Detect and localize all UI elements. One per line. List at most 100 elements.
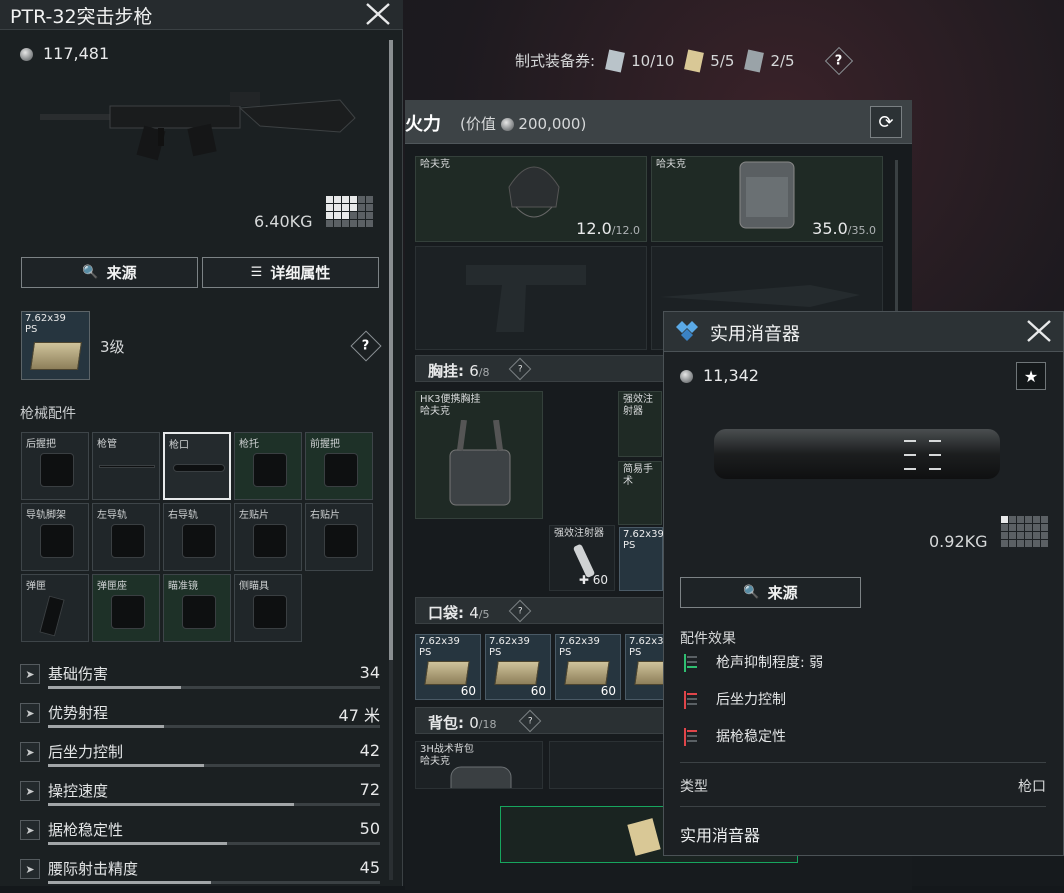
- attachment-slot[interactable]: 弹匣座: [92, 574, 160, 642]
- armor-durability: 35.0/35.0: [812, 219, 876, 238]
- armor-tag: 哈夫克: [656, 159, 686, 170]
- favorite-star-icon[interactable]: ★: [1016, 362, 1046, 390]
- voucher-label: 制式装备券:: [515, 52, 596, 70]
- attachment-icon: [99, 465, 155, 468]
- injector-item[interactable]: 强效注射器: [618, 391, 662, 457]
- attachment-slot[interactable]: 前握把: [305, 432, 373, 500]
- popup-price: 11,342: [680, 366, 759, 385]
- effect-level-icon: [684, 691, 698, 709]
- handling-icon: ➤: [20, 781, 40, 801]
- crosshair-icon: ➤: [20, 820, 40, 840]
- backpack-capacity: 背包: 0/18: [428, 714, 497, 732]
- attachment-icon: [173, 464, 225, 472]
- attachment-slot[interactable]: 枪托: [234, 432, 302, 500]
- effect-text: 据枪稳定性: [716, 729, 786, 745]
- source-button[interactable]: 🔍 来源: [21, 257, 198, 288]
- attachment-slot[interactable]: 右贴片: [305, 503, 373, 571]
- ammo-tag: 7.62x39 PS: [25, 313, 66, 335]
- refresh-icon[interactable]: ⟳: [870, 106, 902, 138]
- stat-row: ➤ 据枪稳定性 50: [20, 816, 380, 854]
- voucher-help-icon[interactable]: ?: [824, 46, 853, 75]
- injector-tag: 强效注射器: [623, 394, 653, 417]
- pistol-placeholder-icon: [466, 265, 586, 332]
- ammo-item[interactable]: 7.62x39 PS: [619, 527, 664, 591]
- stat-value: 50: [359, 819, 380, 838]
- ammo-item[interactable]: 7.62x39 PS 60: [485, 634, 551, 700]
- stat-row: ➤ 优势射程 47 米: [20, 699, 380, 737]
- backpack-item[interactable]: 3H战术背包 哈夫克: [415, 741, 543, 789]
- popup-title: 实用消音器: [710, 324, 800, 345]
- helmet-durability: 12.0/12.0: [576, 219, 640, 238]
- source-button[interactable]: 🔍 来源: [680, 577, 861, 608]
- attachment-slot[interactable]: 瞄准镜: [163, 574, 231, 642]
- help-icon[interactable]: ?: [508, 357, 532, 381]
- attachment-slot[interactable]: 左导轨: [92, 503, 160, 571]
- stat-bar: [48, 725, 380, 728]
- attachment-slot[interactable]: 导轨脚架: [21, 503, 89, 571]
- effect-text: 后坐力控制: [716, 692, 786, 708]
- armor-slot[interactable]: 哈夫克 35.0/35.0: [651, 156, 883, 242]
- voucher-icon-gold: [684, 49, 705, 72]
- stat-bar: [48, 881, 380, 884]
- type-value: 枪口: [1018, 779, 1046, 795]
- slot-label: 瞄准镜: [168, 581, 198, 592]
- search-icon: 🔍: [82, 265, 99, 280]
- stat-value: 72: [359, 780, 380, 799]
- gun-damage-icon: ➤: [20, 664, 40, 684]
- help-icon[interactable]: ?: [518, 709, 542, 733]
- weapon-weight: 6.40KG: [254, 212, 313, 231]
- attachment-slot[interactable]: 弹匣: [21, 574, 89, 642]
- ammo-count: 60: [530, 684, 546, 698]
- stat-value: 42: [359, 741, 380, 760]
- voucher-count: 2/5: [770, 51, 795, 70]
- backpack-empty-slot[interactable]: [549, 741, 669, 789]
- surgery-kit-item[interactable]: 简易手术: [618, 461, 662, 525]
- attachment-slot[interactable]: 枪管: [92, 432, 160, 500]
- voucher-bar: 制式装备券: 10/10 5/5 2/5 ?: [515, 46, 853, 75]
- attachment-icon: [182, 595, 216, 629]
- hipfire-icon: ➤: [20, 859, 40, 879]
- attachment-slot[interactable]: 枪口: [163, 432, 231, 500]
- effect-text: 枪声抑制程度: 弱: [716, 655, 824, 671]
- slot-label: 侧瞄具: [239, 581, 269, 592]
- ammo-tag: 7.62x39 PS: [419, 636, 460, 658]
- injector-item[interactable]: 强效注射器 ✚ 60: [549, 525, 615, 591]
- attachment-icon: [253, 595, 287, 629]
- currency-icon: [500, 118, 514, 131]
- voucher-icon-gold: [627, 818, 661, 856]
- slot-label: 导轨脚架: [26, 510, 66, 521]
- stat-bar-fill: [48, 764, 205, 767]
- helmet-icon: [508, 166, 560, 218]
- stat-row: ➤ 后坐力控制 42: [20, 738, 380, 776]
- ammo-box-icon: [564, 661, 610, 685]
- attachment-popup: 实用消音器 11,342 ★ 0.92KG 🔍 来源 配件效果 枪声抑制程度: 弱…: [663, 311, 1064, 856]
- attachment-icon: [253, 524, 287, 558]
- pistol-slot[interactable]: [415, 246, 647, 350]
- stat-bar-fill: [48, 803, 294, 806]
- divider: [680, 762, 1046, 763]
- attachment-slot[interactable]: 右导轨: [163, 503, 231, 571]
- backpack-icon: [450, 766, 512, 788]
- helmet-slot[interactable]: 哈夫克 12.0/12.0: [415, 156, 647, 242]
- range-icon: ➤: [20, 703, 40, 723]
- ammo-item[interactable]: 7.62x39 PS 60: [415, 634, 481, 700]
- ammo-item[interactable]: 7.62x39 PS 60: [555, 634, 621, 700]
- attachment-slot[interactable]: 左贴片: [234, 503, 302, 571]
- help-icon[interactable]: ?: [350, 330, 382, 362]
- attachment-icon: [111, 524, 145, 558]
- help-icon[interactable]: ?: [508, 599, 532, 623]
- slot-label: 左贴片: [239, 510, 269, 521]
- attachment-slot[interactable]: 后握把: [21, 432, 89, 500]
- attachment-icon: [40, 453, 74, 487]
- slot-label: 右贴片: [310, 510, 340, 521]
- voucher-icon-silver: [605, 49, 625, 72]
- detail-attributes-button[interactable]: ☰ 详细属性: [202, 257, 379, 288]
- close-icon[interactable]: [1022, 318, 1056, 344]
- attachment-slot[interactable]: 侧瞄具: [234, 574, 302, 642]
- stat-name: 基础伤害: [48, 665, 109, 683]
- chest-rig-item[interactable]: HK3便携胸挂 哈夫克: [415, 391, 543, 519]
- stat-bar: [48, 686, 380, 689]
- ammo-slot[interactable]: 7.62x39 PS: [21, 311, 90, 380]
- close-icon[interactable]: [361, 1, 395, 27]
- scrollbar[interactable]: [389, 40, 393, 880]
